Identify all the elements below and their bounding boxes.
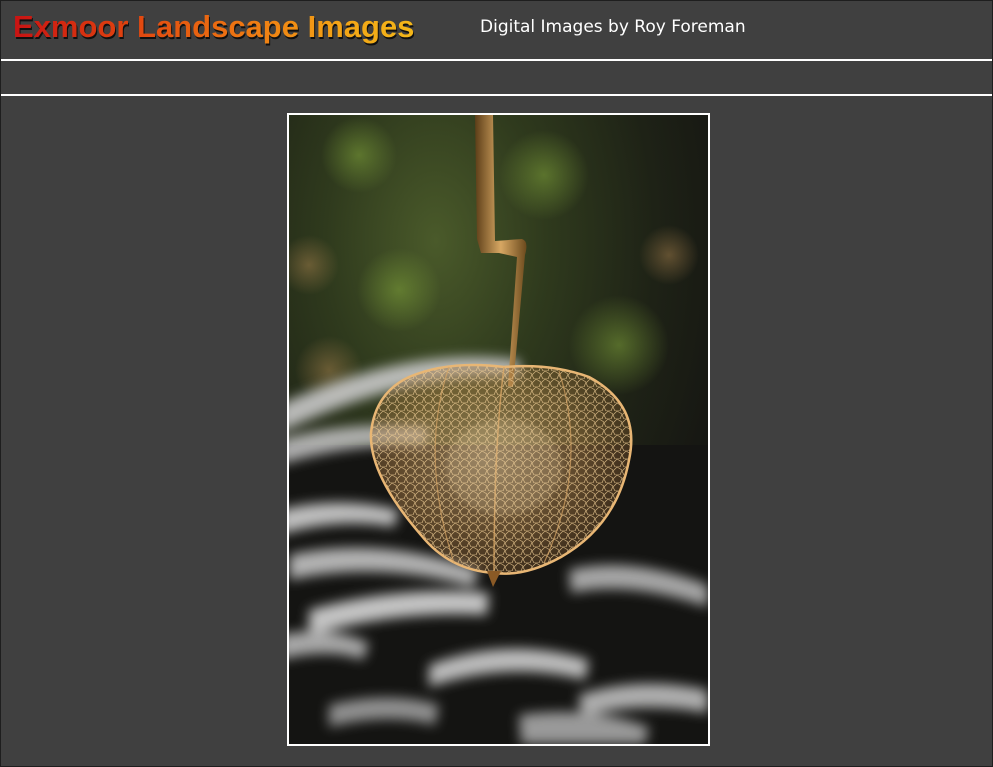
- page-frame: Exmoor Landscape Images Digital Images b…: [0, 0, 993, 767]
- featured-photo[interactable]: [287, 113, 710, 746]
- seed-pod-photo-icon: [289, 115, 708, 744]
- site-header: Exmoor Landscape Images Digital Images b…: [1, 1, 992, 61]
- nav-bar: [1, 61, 992, 96]
- site-title[interactable]: Exmoor Landscape Images: [13, 9, 414, 45]
- byline: Digital Images by Roy Foreman: [480, 17, 746, 37]
